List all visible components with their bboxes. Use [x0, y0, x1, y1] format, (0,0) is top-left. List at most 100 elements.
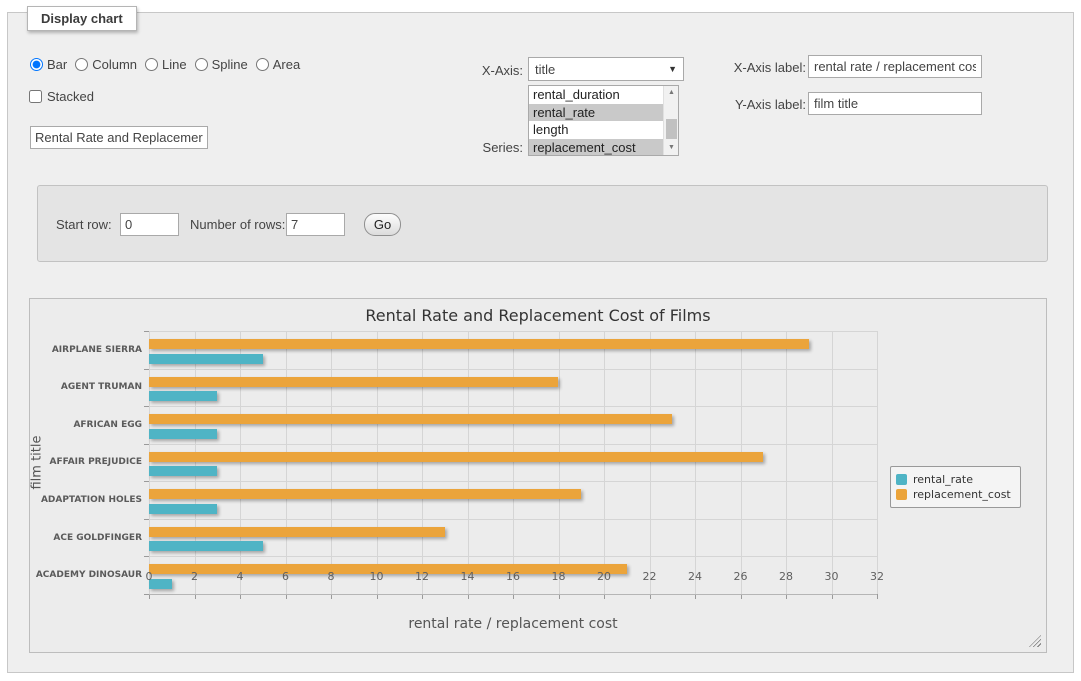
y-axis-tick [144, 331, 149, 332]
scroll-up-icon[interactable]: ▲ [664, 86, 679, 100]
gridline-vertical [149, 331, 150, 594]
y-axis-tick [144, 444, 149, 445]
bar-replacement_cost[interactable] [149, 452, 763, 462]
gridline-horizontal [149, 406, 877, 407]
bar-rental_rate[interactable] [149, 429, 217, 439]
chart-type-label: Line [162, 57, 187, 72]
y-axis-tick [144, 519, 149, 520]
category-label: AGENT TRUMAN [30, 369, 142, 407]
gridline-vertical [832, 331, 833, 594]
gridline-vertical [286, 331, 287, 594]
x-axis-select[interactable]: title ▼ [528, 57, 684, 81]
dropdown-arrow-icon: ▼ [668, 64, 677, 74]
y-axis-label-input[interactable] [808, 92, 982, 115]
legend-label: rental_rate [913, 473, 973, 486]
chart-legend: rental_rate replacement_cost [890, 466, 1021, 508]
chart-type-label: Spline [212, 57, 248, 72]
y-axis-tick [144, 481, 149, 482]
gridline-vertical [741, 331, 742, 594]
series-options: rental_durationrental_ratelengthreplacem… [529, 86, 663, 155]
gridline-vertical [877, 331, 878, 594]
chart-type-label: Area [273, 57, 300, 72]
gridline-horizontal [149, 481, 877, 482]
legend-swatch-icon [896, 489, 907, 500]
bar-replacement_cost[interactable] [149, 414, 672, 424]
x-tick-label: 32 [860, 570, 894, 583]
chart-title: Rental Rate and Replacement Cost of Film… [30, 306, 1046, 325]
bar-rental_rate[interactable] [149, 541, 263, 551]
gridline-vertical [786, 331, 787, 594]
start-row-label: Start row: [56, 217, 112, 232]
gridline-vertical [422, 331, 423, 594]
listbox-scrollbar[interactable]: ▲ ▼ [663, 86, 678, 155]
x-tick-label: 16 [496, 570, 530, 583]
panel-title: Display chart [27, 6, 137, 31]
category-label: AIRPLANE SIERRA [30, 331, 142, 369]
x-axis-title: rental rate / replacement cost [149, 616, 877, 632]
x-tick-label: 18 [542, 570, 576, 583]
y-axis-tick [144, 369, 149, 370]
chart-type-radio-bar[interactable] [30, 58, 43, 71]
x-tick-label: 30 [815, 570, 849, 583]
chart-type-label: Column [92, 57, 137, 72]
series-option-replacement_cost[interactable]: replacement_cost [529, 139, 663, 157]
gridline-horizontal [149, 444, 877, 445]
scroll-down-icon[interactable]: ▼ [664, 141, 679, 155]
x-tick-label: 24 [678, 570, 712, 583]
legend-entry-replacement_cost[interactable]: replacement_cost [896, 487, 1011, 502]
series-option-length[interactable]: length [529, 121, 663, 139]
bar-rental_rate[interactable] [149, 466, 217, 476]
x-tick-label: 28 [769, 570, 803, 583]
legend-swatch-icon [896, 474, 907, 485]
bar-replacement_cost[interactable] [149, 377, 558, 387]
gridline-horizontal [149, 369, 877, 370]
legend-label: replacement_cost [913, 488, 1011, 501]
start-row-input[interactable] [120, 213, 179, 236]
x-tick-label: 12 [405, 570, 439, 583]
gridline-horizontal [149, 331, 877, 332]
gridline-vertical [604, 331, 605, 594]
series-listbox[interactable]: rental_durationrental_ratelengthreplacem… [528, 85, 679, 156]
stacked-label: Stacked [47, 89, 94, 104]
legend-entry-rental_rate[interactable]: rental_rate [896, 472, 1011, 487]
x-tick-label: 8 [314, 570, 348, 583]
bar-replacement_cost[interactable] [149, 527, 445, 537]
go-button[interactable]: Go [364, 213, 401, 236]
chart-type-option-spline[interactable]: Spline [195, 57, 248, 72]
x-axis-label-input[interactable] [808, 55, 982, 78]
category-label: ADAPTATION HOLES [30, 481, 142, 519]
category-label: ACE GOLDFINGER [30, 519, 142, 557]
chart-type-option-bar[interactable]: Bar [30, 57, 67, 72]
chart-type-radio-area[interactable] [256, 58, 269, 71]
bar-replacement_cost[interactable] [149, 489, 581, 499]
chart-type-option-area[interactable]: Area [256, 57, 300, 72]
series-label: Series: [448, 140, 523, 155]
gridline-vertical [695, 331, 696, 594]
x-tick-label: 2 [178, 570, 212, 583]
chart-title-input[interactable] [30, 126, 208, 149]
stacked-checkbox[interactable] [29, 90, 42, 103]
x-tick-label: 4 [223, 570, 257, 583]
chart-type-radio-spline[interactable] [195, 58, 208, 71]
resize-handle-icon[interactable] [1029, 635, 1041, 647]
gridline-vertical [240, 331, 241, 594]
stacked-row: Stacked [29, 89, 94, 104]
display-chart-panel: Display chart BarColumnLineSplineArea St… [7, 12, 1074, 673]
x-tick-label: 20 [587, 570, 621, 583]
number-of-rows-input[interactable] [286, 213, 345, 236]
gridline-vertical [559, 331, 560, 594]
bar-rental_rate[interactable] [149, 504, 217, 514]
chart-type-radio-line[interactable] [145, 58, 158, 71]
chart-type-option-line[interactable]: Line [145, 57, 187, 72]
bar-rental_rate[interactable] [149, 354, 263, 364]
bar-rental_rate[interactable] [149, 391, 217, 401]
series-option-rental_rate[interactable]: rental_rate [529, 104, 663, 122]
gridline-horizontal [149, 556, 877, 557]
series-option-rental_duration[interactable]: rental_duration [529, 86, 663, 104]
category-label: ACADEMY DINOSAUR [30, 556, 142, 594]
chart-type-radio-column[interactable] [75, 58, 88, 71]
bar-replacement_cost[interactable] [149, 339, 809, 349]
x-tick-label: 22 [633, 570, 667, 583]
scrollbar-thumb[interactable] [666, 119, 677, 139]
chart-type-option-column[interactable]: Column [75, 57, 137, 72]
